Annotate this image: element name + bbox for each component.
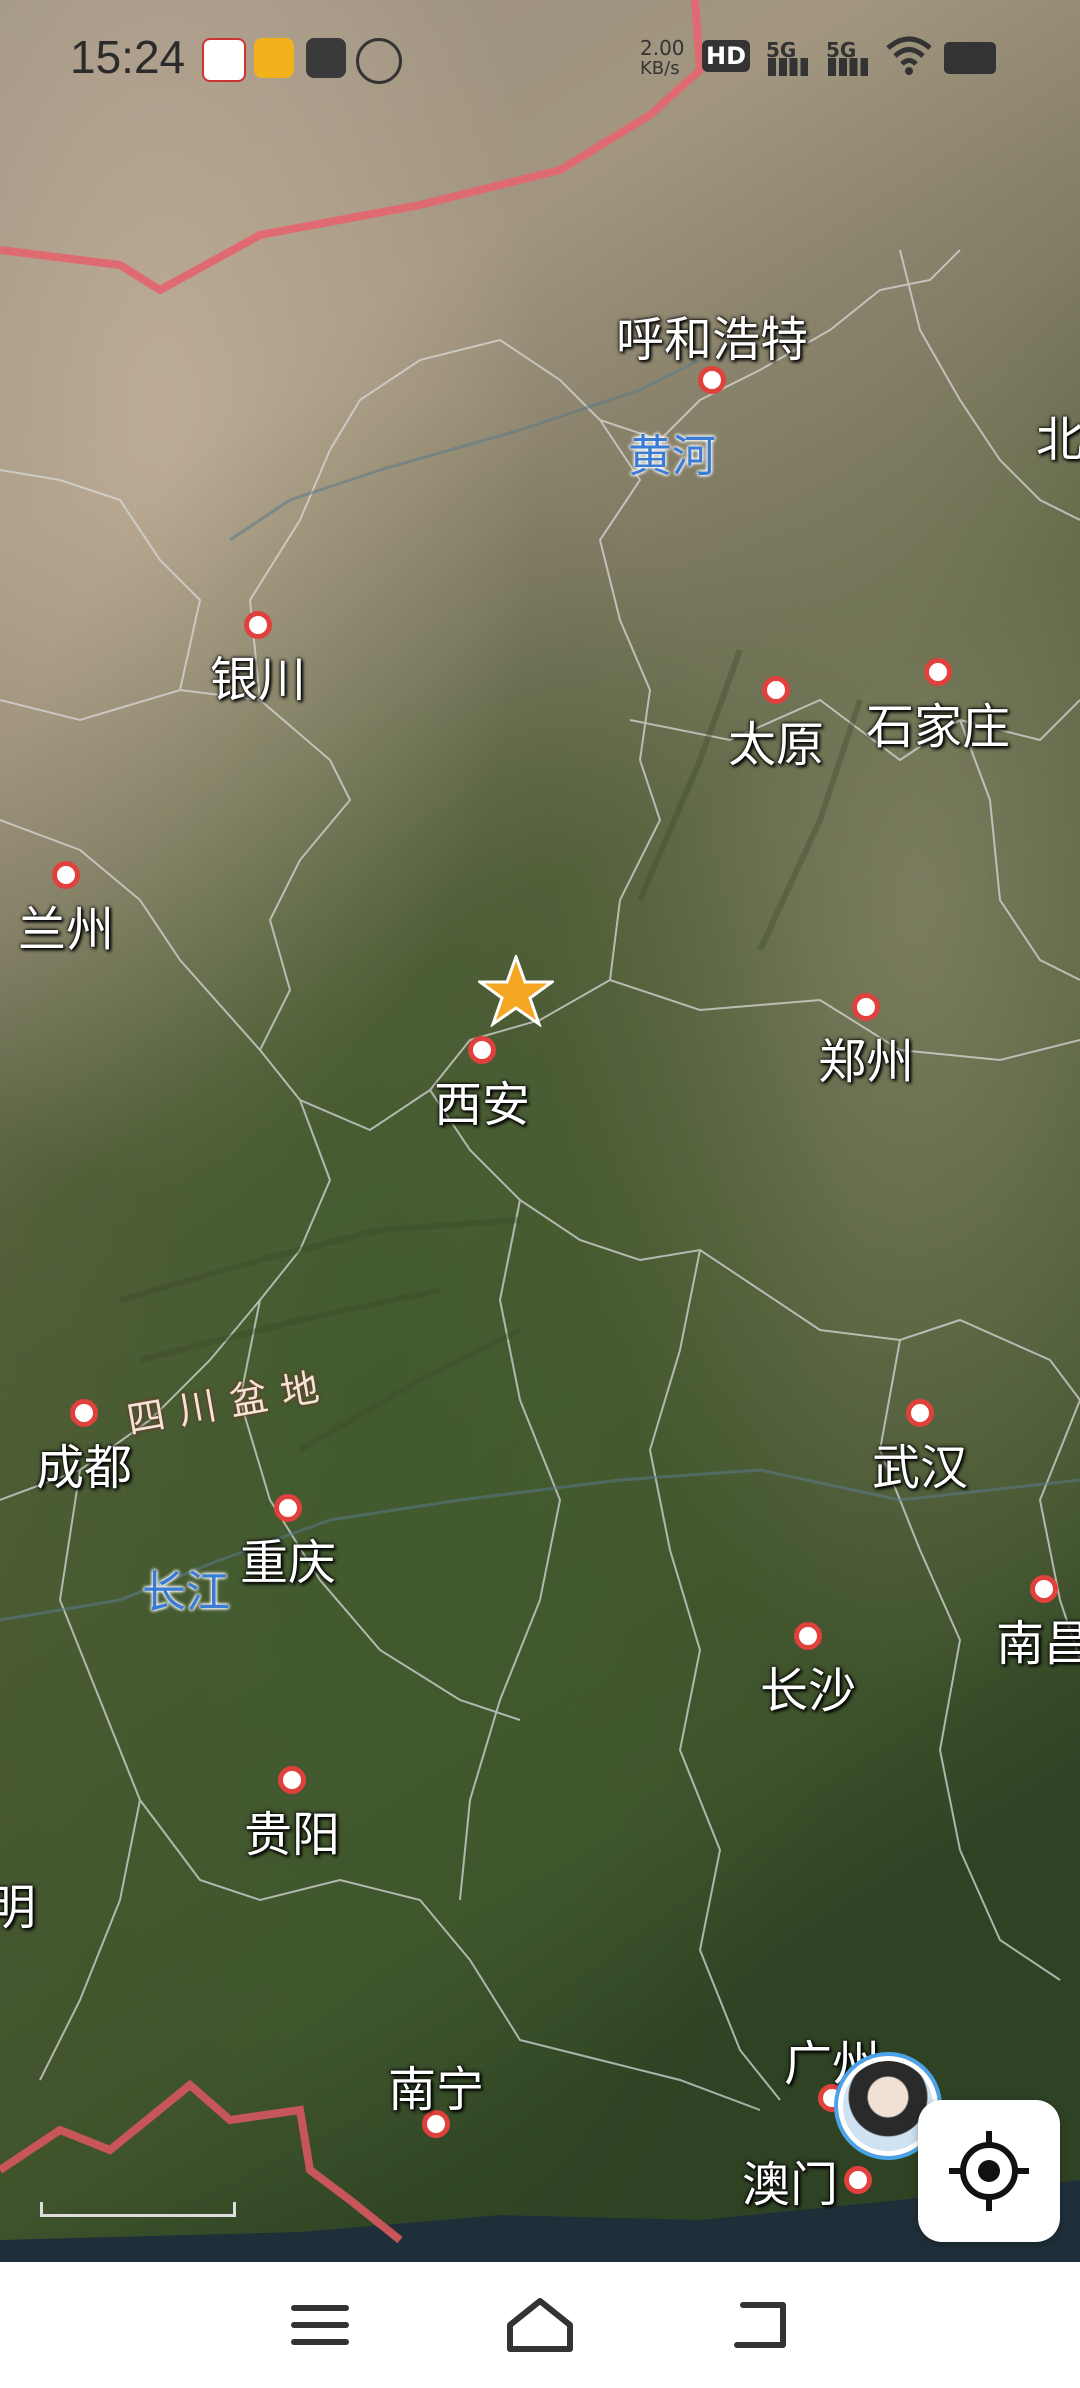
locate-button[interactable] xyxy=(918,2100,1060,2242)
home-button[interactable] xyxy=(500,2285,580,2365)
home-icon xyxy=(507,2298,573,2352)
city-label[interactable]: 兰州 xyxy=(18,890,114,960)
river-label-changjiang: 长江 xyxy=(142,1567,230,1618)
wifi-icon xyxy=(886,36,932,75)
city-label[interactable]: 长沙 xyxy=(760,1651,856,1721)
city-marker-dot[interactable] xyxy=(844,2166,872,2194)
city-label[interactable]: 明 xyxy=(0,1868,36,1938)
city-marker-dot[interactable] xyxy=(70,1399,98,1427)
menu-button[interactable] xyxy=(280,2285,360,2365)
city-label[interactable]: 太原 xyxy=(728,705,824,775)
menu-icon xyxy=(291,2305,349,2345)
city-marker-dot[interactable] xyxy=(244,611,272,639)
net-speed: 2.00 xyxy=(640,36,685,60)
satellite-map[interactable] xyxy=(0,0,1080,2262)
signal-bars-icon xyxy=(768,58,808,76)
city-marker-dot[interactable] xyxy=(278,1766,306,1794)
city-label[interactable]: 西安 xyxy=(434,1065,530,1135)
status-bar: 15:24 2.00 KB/s HD 5G 5G xyxy=(0,0,1080,118)
city-marker-dot[interactable] xyxy=(906,1399,934,1427)
city-label[interactable]: 石家庄 xyxy=(866,687,1010,757)
star-marker-icon[interactable] xyxy=(478,955,554,1027)
city-label[interactable]: 南宁 xyxy=(388,2050,484,2120)
city-label[interactable]: 南昌 xyxy=(996,1604,1080,1674)
city-marker-dot[interactable] xyxy=(1030,1575,1058,1603)
city-label[interactable]: 成都 xyxy=(36,1428,132,1498)
battery-icon xyxy=(944,42,996,74)
city-marker-dot[interactable] xyxy=(274,1494,302,1522)
back-icon xyxy=(734,2302,786,2348)
city-label[interactable]: 武汉 xyxy=(872,1428,968,1498)
city-label[interactable]: 郑州 xyxy=(818,1022,914,1092)
city-marker-dot[interactable] xyxy=(52,861,80,889)
city-label[interactable]: 北 xyxy=(1036,400,1080,470)
bag-notification-icon xyxy=(306,38,346,78)
city-marker-dot[interactable] xyxy=(698,366,726,394)
city-marker-dot[interactable] xyxy=(924,658,952,686)
net-unit: KB/s xyxy=(640,58,680,79)
locate-crosshair-icon xyxy=(949,2131,1029,2211)
city-label[interactable]: 银川 xyxy=(210,640,306,710)
status-time: 15:24 xyxy=(70,31,186,83)
hd-badge: HD xyxy=(702,40,751,72)
city-marker-dot[interactable] xyxy=(762,676,790,704)
app-notification-icon xyxy=(254,38,294,78)
city-label[interactable]: 呼和浩特 xyxy=(616,300,808,370)
signal-bars-icon xyxy=(828,58,868,76)
city-marker-dot[interactable] xyxy=(852,993,880,1021)
app-notification-icon xyxy=(356,38,402,84)
city-label[interactable]: 澳门 xyxy=(742,2145,838,2215)
city-marker-dot[interactable] xyxy=(468,1036,496,1064)
river-label-huanghe: 黄河 xyxy=(628,431,716,482)
city-label[interactable]: 重庆 xyxy=(240,1523,336,1593)
back-button[interactable] xyxy=(720,2285,800,2365)
system-nav-bar xyxy=(0,2262,1080,2388)
map-scale-bar xyxy=(40,2202,236,2217)
city-marker-dot[interactable] xyxy=(794,1622,822,1650)
app-notification-icon xyxy=(202,38,246,82)
city-label[interactable]: 贵阳 xyxy=(244,1795,340,1865)
